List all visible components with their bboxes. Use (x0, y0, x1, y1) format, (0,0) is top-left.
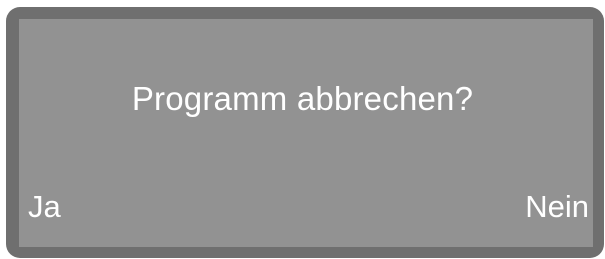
display-screen (19, 19, 593, 247)
no-softkey[interactable]: Nein (525, 189, 589, 225)
yes-softkey[interactable]: Ja (28, 189, 61, 225)
cancel-program-prompt: Programm abbrechen? (131, 80, 474, 117)
